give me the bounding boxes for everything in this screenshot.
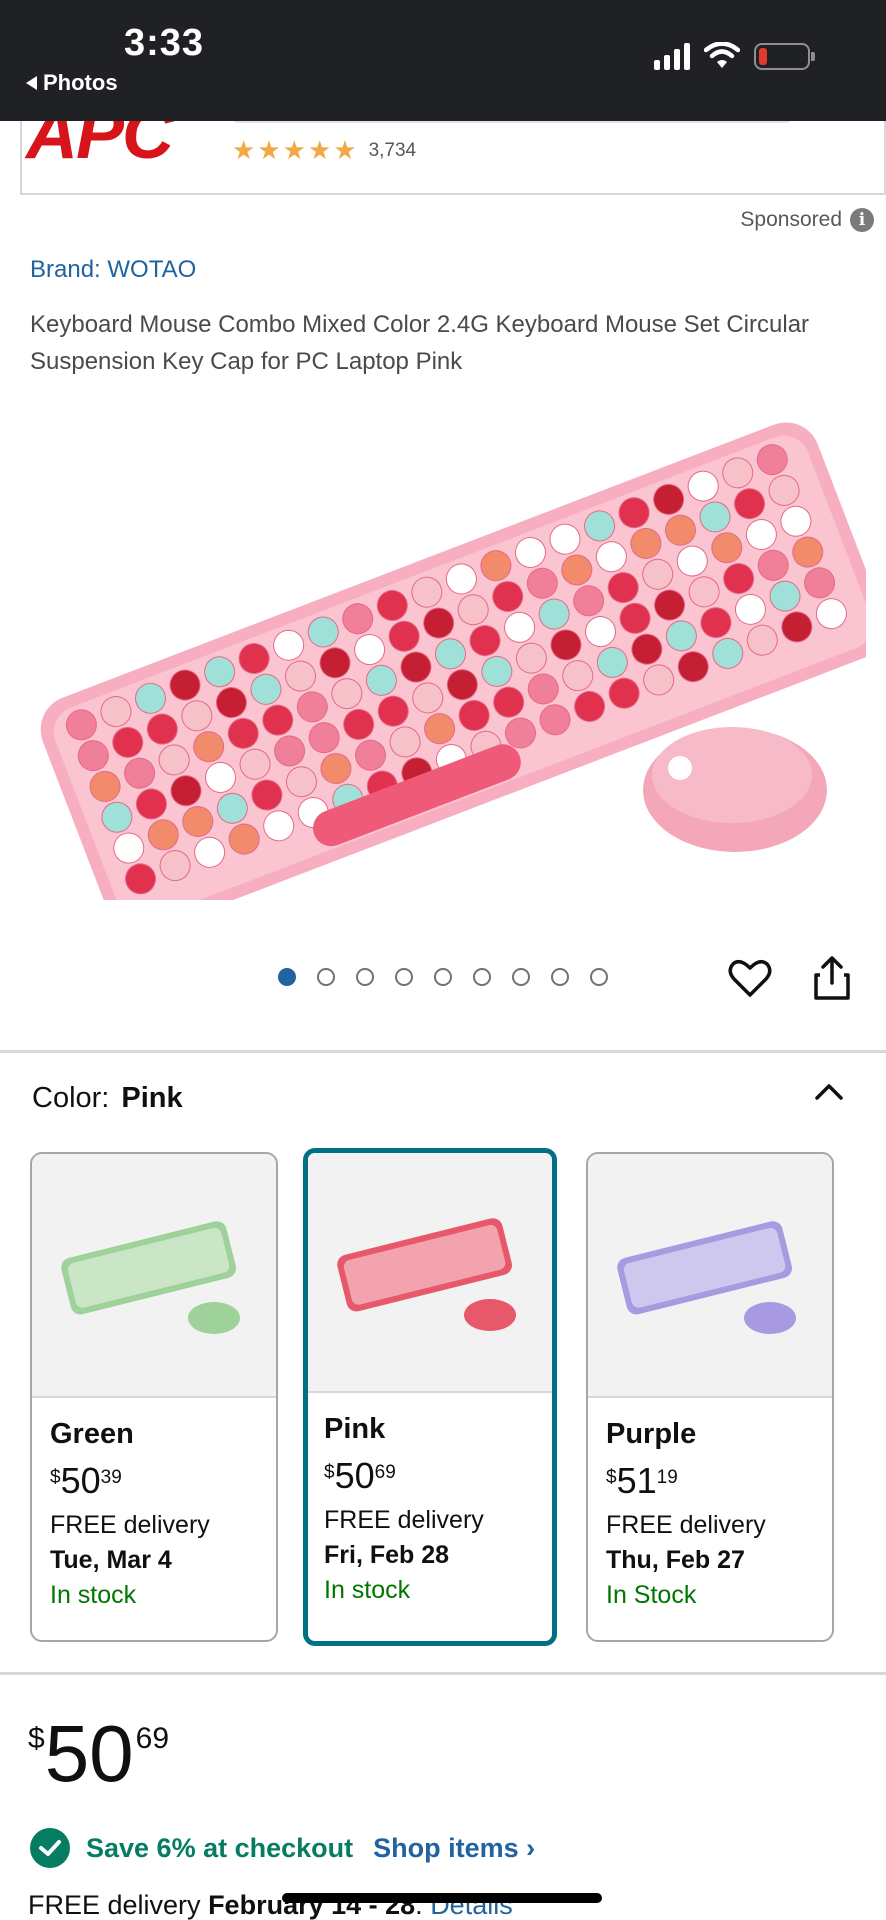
- color-thumbnail: [588, 1154, 832, 1398]
- delivery-label: FREE delivery: [50, 1511, 210, 1539]
- star-icon: ★: [307, 135, 332, 165]
- color-price: $50 69: [324, 1455, 396, 1496]
- back-arrow-icon: [26, 76, 37, 90]
- color-name: Pink: [324, 1413, 386, 1445]
- stock-status: In Stock: [606, 1581, 697, 1609]
- stock-status: In stock: [50, 1581, 137, 1609]
- brand-link[interactable]: Brand: WOTAO: [30, 256, 196, 284]
- color-option-green[interactable]: Green $50 39 FREE delivery Tue, Mar 4 In stoc…: [30, 1152, 278, 1642]
- carousel-dot[interactable]: [512, 968, 530, 986]
- heart-icon[interactable]: [728, 958, 772, 998]
- carousel-dot[interactable]: [590, 968, 608, 986]
- status-bar: 3:33 Photos: [0, 0, 886, 121]
- delivery-date: Fri, Feb 28: [324, 1541, 450, 1569]
- star-icon: ★: [282, 135, 306, 165]
- color-name: Purple: [606, 1418, 697, 1450]
- divider: [0, 1050, 886, 1053]
- star-icon: ★: [257, 135, 281, 165]
- brand-logo: APC: [26, 121, 174, 174]
- carousel-dot[interactable]: [551, 968, 569, 986]
- delivery-date: Thu, Feb 27: [606, 1546, 745, 1574]
- wifi-icon: [704, 42, 740, 68]
- delivery-label: FREE delivery: [606, 1511, 766, 1539]
- carousel-dot[interactable]: [395, 968, 413, 986]
- carousel-dot[interactable]: [278, 968, 296, 986]
- back-to-photos-button[interactable]: Photos: [26, 70, 118, 96]
- shop-items-link[interactable]: Shop items ›: [373, 1833, 535, 1864]
- keyboard-thumbnail-image: [337, 1218, 516, 1331]
- keyboard-mouse-image: [40, 422, 886, 934]
- carousel-dot[interactable]: [473, 968, 491, 986]
- back-label: Photos: [43, 70, 118, 95]
- delivery-label: FREE delivery: [324, 1506, 484, 1534]
- image-carousel-dots[interactable]: [278, 968, 608, 986]
- color-name: Green: [50, 1418, 134, 1450]
- half-star-icon: ★: [333, 135, 357, 165]
- product-price: $ 50 69: [28, 1709, 170, 1798]
- savings-text: Save 6% at checkout: [86, 1832, 354, 1863]
- sponsored-label[interactable]: Sponsored i: [740, 208, 874, 232]
- sponsored-brand-banner[interactable]: APC ★ ★ ★ ★ ★ 3,734: [20, 121, 886, 195]
- ad-rating: ★ ★ ★ ★ ★ 3,734: [232, 135, 416, 166]
- check-circle-icon: [30, 1828, 70, 1868]
- color-thumbnail: [308, 1153, 552, 1393]
- keyboard-thumbnail-image: [617, 1221, 796, 1334]
- keyboard-thumbnail-image: [61, 1221, 240, 1334]
- status-time: 3:33: [124, 22, 205, 64]
- info-icon[interactable]: i: [850, 208, 874, 232]
- carousel-dot[interactable]: [317, 968, 335, 986]
- chevron-up-icon[interactable]: [814, 1081, 844, 1101]
- product-title[interactable]: Keyboard Mouse Combo Mixed Color 2.4G Ke…: [30, 306, 850, 380]
- status-icons: [654, 42, 815, 70]
- divider: [0, 1672, 886, 1675]
- color-price: $50 39: [50, 1460, 122, 1501]
- color-thumbnail: [32, 1154, 276, 1398]
- star-icon: ★: [232, 135, 256, 165]
- home-indicator[interactable]: [282, 1893, 602, 1903]
- selected-color: Pink: [121, 1082, 183, 1114]
- carousel-dot[interactable]: [434, 968, 452, 986]
- color-option-purple[interactable]: Purple $51 19 FREE delivery Thu, Feb 27 In St…: [586, 1152, 834, 1642]
- savings-row: Save 6% at checkout Shop items ›: [30, 1828, 535, 1868]
- share-icon[interactable]: [812, 955, 852, 1001]
- color-price: $51 19: [606, 1460, 678, 1501]
- stock-status: In stock: [324, 1576, 411, 1604]
- color-option-pink[interactable]: Pink $50 69 FREE delivery Fri, Feb 28 In stoc…: [303, 1148, 557, 1646]
- color-selector-label: Color: Pink: [32, 1082, 183, 1114]
- product-image[interactable]: [20, 380, 886, 934]
- battery-low-icon: [754, 42, 815, 70]
- signal-icon: [654, 42, 690, 70]
- rating-count: 3,734: [368, 139, 417, 161]
- carousel-dot[interactable]: [356, 968, 374, 986]
- delivery-date: Tue, Mar 4: [50, 1546, 172, 1574]
